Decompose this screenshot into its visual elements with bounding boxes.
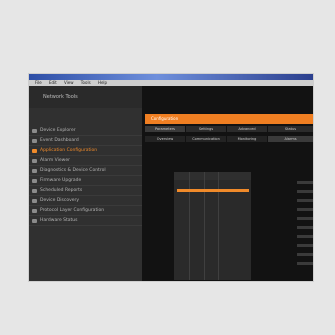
nav-item-hardware-status[interactable]: Hardware Status (29, 216, 142, 226)
nav-item-scheduled-reports[interactable]: Scheduled Reports (29, 186, 142, 196)
nav-item-label: Application Configuration (40, 148, 98, 153)
tab-communication[interactable]: Communication (186, 136, 226, 142)
nav-item-device-explorer[interactable]: Device Explorer (29, 126, 142, 136)
nav-item-label: Device Discovery (40, 198, 80, 203)
alarm-icon (32, 159, 37, 163)
data-grid (174, 172, 251, 280)
selected-grid-row[interactable] (177, 189, 249, 192)
app-window: File Edit View Tools Help Network Tools … (29, 74, 313, 281)
nav-item-application-configuration[interactable]: Application Configuration (29, 146, 142, 156)
nav-item-label: Scheduled Reports (40, 188, 83, 193)
grid-header (174, 172, 251, 180)
list-item[interactable] (297, 226, 313, 229)
tab-settings[interactable]: Settings (186, 126, 226, 132)
layers-icon (32, 209, 37, 213)
diagnostics-icon (32, 169, 37, 173)
tab-status[interactable]: Status (268, 126, 313, 132)
section-header-bar: Configuration (145, 114, 313, 124)
dashboard-icon (32, 139, 37, 143)
config-icon (32, 149, 37, 153)
nav-item-label: Hardware Status (40, 218, 78, 223)
list-item[interactable] (297, 190, 313, 193)
device-icon (32, 129, 37, 133)
tab-alarms[interactable]: Alarms (268, 136, 313, 142)
list-item[interactable] (297, 235, 313, 238)
list-item[interactable] (297, 208, 313, 211)
tab-monitoring[interactable]: Monitoring (227, 136, 267, 142)
firmware-icon (32, 179, 37, 183)
tab-advanced[interactable]: Advanced (227, 126, 267, 132)
list-item[interactable] (297, 217, 313, 220)
tab-parameters[interactable]: Parameters (145, 126, 185, 132)
nav-item-label: Event Dashboard (40, 138, 79, 143)
nav-item-label: Alarm Viewer (40, 158, 70, 163)
list-item[interactable] (297, 199, 313, 202)
search-icon (32, 199, 37, 203)
hardware-icon (32, 219, 37, 223)
nav-item-event-dashboard[interactable]: Event Dashboard (29, 136, 142, 146)
list-item[interactable] (297, 262, 313, 265)
report-icon (32, 189, 37, 193)
panel-title: Network Tools (29, 86, 142, 108)
list-item[interactable] (297, 244, 313, 247)
nav-item-label: Protocol Layer Configuration (40, 208, 105, 213)
navigation-panel: Network Tools Device Explorer Event Dash… (29, 86, 142, 281)
nav-item-label: Firmware Upgrade (40, 178, 82, 183)
nav-item-diagnostics[interactable]: Diagnostics & Device Control (29, 166, 142, 176)
nav-item-label: Device Explorer (40, 128, 76, 133)
nav-item-protocol-layer[interactable]: Protocol Layer Configuration (29, 206, 142, 216)
nav-item-firmware-upgrade[interactable]: Firmware Upgrade (29, 176, 142, 186)
list-item[interactable] (297, 253, 313, 256)
section-header-label: Configuration (151, 116, 179, 121)
value-list (297, 181, 313, 281)
tab-overview[interactable]: Overview (145, 136, 185, 142)
list-item[interactable] (297, 181, 313, 184)
nav-item-device-discovery[interactable]: Device Discovery (29, 196, 142, 206)
nav-item-label: Diagnostics & Device Control (40, 168, 106, 173)
main-content: Configuration Parameters Settings Advanc… (142, 86, 313, 281)
nav-item-alarm-viewer[interactable]: Alarm Viewer (29, 156, 142, 166)
